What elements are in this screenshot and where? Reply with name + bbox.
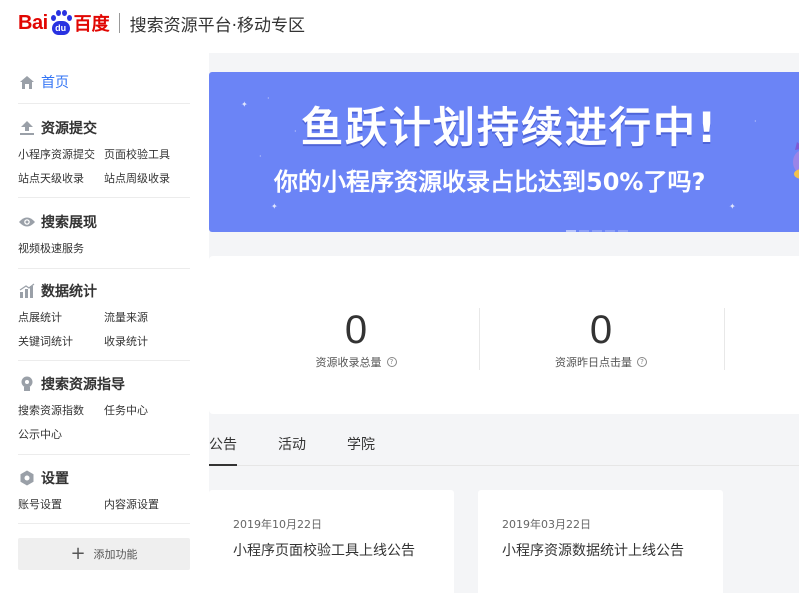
plus-icon: + xyxy=(70,543,86,564)
notice-title[interactable]: 小程序页面校验工具上线公告 xyxy=(233,540,415,560)
tab-activities[interactable]: 活动 xyxy=(278,434,306,466)
sidebar-link-traffic-source[interactable]: 流量来源 xyxy=(104,309,190,325)
sparkle-icon: · xyxy=(294,127,297,136)
sidebar-link-account-settings[interactable]: 账号设置 xyxy=(18,496,104,512)
notice-title[interactable]: 小程序资源数据统计上线公告 xyxy=(502,540,684,560)
logo-text-cn: 百度 xyxy=(73,14,110,35)
sidebar-group-resource-submit: 资源提交 小程序资源提交 页面校验工具 站点天级收录 站点周级收录 xyxy=(18,117,190,186)
bar-chart-icon xyxy=(18,282,36,300)
stat-value: 0 xyxy=(344,308,368,352)
carousel-dot[interactable] xyxy=(618,230,628,232)
sidebar-link-weekly-index[interactable]: 站点周级收录 xyxy=(104,170,190,186)
sparkle-icon: · xyxy=(259,152,262,161)
stats-card: 0 资源收录总量 ? 0 资源昨日点击量 ? xyxy=(209,256,799,414)
carousel-dot[interactable] xyxy=(592,230,602,232)
banner-title: 鱼跃计划持续进行中! xyxy=(301,103,719,152)
sidebar-divider xyxy=(18,454,190,455)
sidebar-group-title: 搜索展现 xyxy=(41,215,97,231)
stat-index-total: 0 资源收录总量 ? xyxy=(256,308,456,370)
baidu-logo[interactable]: Bai du 百度 搜索资源平台·移动专区 xyxy=(18,8,305,38)
notice-date: 2019年03月22日 xyxy=(502,518,591,531)
carousel-dot[interactable] xyxy=(579,230,589,232)
sidebar-group-title: 数据统计 xyxy=(41,284,97,300)
stat-yesterday-clicks: 0 资源昨日点击量 ? xyxy=(501,308,701,370)
stat-label: 资源昨日点击量 xyxy=(555,356,632,369)
help-icon[interactable]: ? xyxy=(637,357,647,367)
banner-subtitle: 你的小程序资源收录占比达到50%了吗? xyxy=(274,168,706,196)
sidebar-link-page-check-tool[interactable]: 页面校验工具 xyxy=(104,146,190,162)
notice-card[interactable]: 2019年03月22日 小程序资源数据统计上线公告 xyxy=(478,490,723,593)
stat-divider xyxy=(479,308,480,370)
sidebar-link-task-center[interactable]: 任务中心 xyxy=(104,402,190,418)
sidebar-link-index-stats[interactable]: 收录统计 xyxy=(104,333,190,349)
content-tabs: 公告 活动 学院 xyxy=(209,430,799,466)
carousel-dot[interactable] xyxy=(566,230,576,232)
platform-title: 搜索资源平台·移动专区 xyxy=(129,15,306,36)
sidebar-group-guidance: 搜索资源指导 搜索资源指数 任务中心 公示中心 xyxy=(18,373,190,442)
sparkle-icon: ✦ xyxy=(729,202,736,211)
sparkle-icon: ✦ xyxy=(271,202,278,211)
tab-announcements[interactable]: 公告 xyxy=(209,434,237,466)
eye-icon xyxy=(18,213,36,231)
help-icon[interactable]: ? xyxy=(386,357,397,367)
baidu-paw-icon: du xyxy=(49,10,73,36)
sidebar-link-search-index[interactable]: 搜索资源指数 xyxy=(18,402,104,418)
stat-value: 0 xyxy=(589,308,613,352)
sparkle-icon: · xyxy=(267,94,270,103)
sidebar-link-content-source-settings[interactable]: 内容源设置 xyxy=(104,496,190,512)
sidebar-link-impression-stats[interactable]: 点展统计 xyxy=(18,309,104,325)
logo-text-du: du xyxy=(51,21,70,35)
sidebar-group-settings: 设置 账号设置 内容源设置 xyxy=(18,467,190,512)
logo-text-bai: Bai xyxy=(18,11,48,34)
notice-card[interactable]: 2019年10月22日 小程序页面校验工具上线公告 xyxy=(209,490,454,593)
add-feature-label: 添加功能 xyxy=(93,548,138,561)
promo-banner[interactable]: ✦ · · ✦ ✦ · ✦ · 鱼跃计划持续进行中! 你的小程序资源收录占比达到… xyxy=(209,72,799,232)
top-header: Bai du 百度 搜索资源平台·移动专区 xyxy=(0,0,799,53)
sparkle-icon: ✦ xyxy=(241,100,248,109)
home-icon xyxy=(18,73,36,91)
sidebar-link-video-speed[interactable]: 视频极速服务 xyxy=(18,240,104,256)
upload-icon xyxy=(18,119,36,137)
lightbulb-icon xyxy=(18,375,36,393)
sidebar-divider xyxy=(18,103,190,104)
sidebar-item-home[interactable]: 首页 xyxy=(18,71,190,93)
add-feature-button[interactable]: + 添加功能 xyxy=(18,538,190,570)
carousel-dot[interactable] xyxy=(605,230,615,232)
sidebar-group-title: 资源提交 xyxy=(41,121,97,137)
sidebar-divider xyxy=(18,360,190,361)
stat-divider xyxy=(724,308,725,370)
sidebar-divider xyxy=(18,268,190,269)
logo-divider xyxy=(118,13,120,33)
stat-label: 资源收录总量 xyxy=(315,356,382,369)
carousel-indicator xyxy=(566,218,636,232)
notice-date: 2019年10月22日 xyxy=(233,518,322,531)
sidebar-group-search-display: 搜索展现 视频极速服务 xyxy=(18,211,190,256)
sidebar-link-keyword-stats[interactable]: 关键词统计 xyxy=(18,333,104,349)
sidebar-divider xyxy=(18,197,190,198)
sidebar-link-daily-index[interactable]: 站点天级收录 xyxy=(18,170,104,186)
mascot-icon xyxy=(793,142,799,179)
sidebar-group-title: 搜索资源指导 xyxy=(41,377,125,393)
sidebar-group-title: 设置 xyxy=(41,471,69,487)
gear-icon xyxy=(18,469,36,487)
tab-academy[interactable]: 学院 xyxy=(347,434,375,466)
sidebar-link-notice-center[interactable]: 公示中心 xyxy=(18,426,104,442)
sidebar-divider xyxy=(18,523,190,524)
sidebar-link-miniprogram-submit[interactable]: 小程序资源提交 xyxy=(18,146,104,162)
sidebar: 首页 资源提交 小程序资源提交 页面校验工具 站点天级收录 站点周级收录 搜索展… xyxy=(0,53,209,593)
sidebar-home-label: 首页 xyxy=(41,75,69,91)
sidebar-group-data-stats: 数据统计 点展统计 流量来源 关键词统计 收录统计 xyxy=(18,280,190,349)
sparkle-icon: · xyxy=(754,117,757,126)
